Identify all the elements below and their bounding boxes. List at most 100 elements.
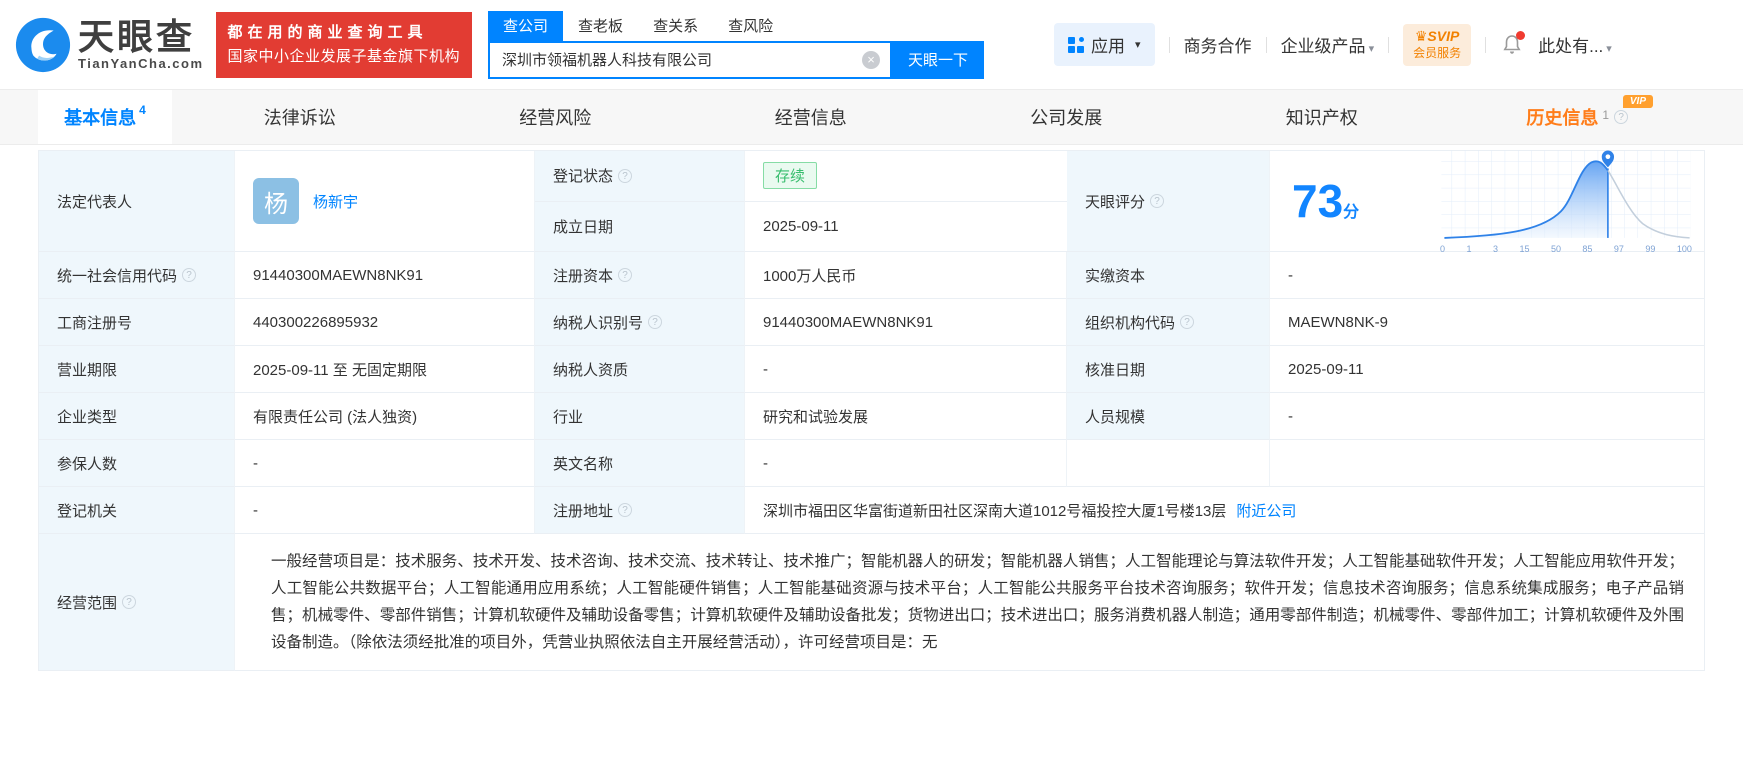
svip-member-button[interactable]: ♛SVIP 会员服务 (1403, 23, 1472, 66)
chevron-down-icon: ▾ (1368, 43, 1375, 55)
business-term-value: 2025-09-11 至 无固定期限 (235, 346, 535, 393)
avatar[interactable]: 杨 (253, 178, 299, 224)
taxpayer-id-label: 纳税人识别号 ? (535, 299, 745, 346)
help-icon[interactable]: ? (1614, 110, 1629, 124)
user-menu-label: 此处有... (1538, 37, 1604, 56)
search-button[interactable]: 天眼一下 (892, 40, 985, 79)
value-text: 1000万人民币 (763, 267, 857, 285)
label-text: 工商注册号 (57, 314, 133, 332)
legal-rep-link[interactable]: 杨新宇 (313, 191, 358, 212)
paid-capital-label: 实缴资本 (1067, 252, 1270, 299)
status-badge: 存续 (763, 162, 818, 190)
help-icon[interactable]: ? (1150, 194, 1165, 208)
divider (1485, 36, 1487, 53)
legal-rep-value: 杨 杨新宇 (235, 151, 535, 252)
business-reg-number-label: 工商注册号 (39, 299, 235, 346)
tab-operating-risk[interactable]: 经营风险 (428, 90, 684, 144)
apps-label: 应用 (1091, 37, 1126, 56)
registered-address-label: 注册地址 ? (535, 487, 745, 534)
tab-operating-info[interactable]: 经营信息 (683, 90, 939, 144)
tab-basic-info-count: 4 (139, 103, 146, 117)
search-input[interactable] (490, 51, 863, 68)
tab-label: 公司发展 (1030, 108, 1103, 128)
business-reg-number-value: 440300226895932 (235, 299, 535, 346)
tab-label: 经营风险 (519, 108, 592, 128)
help-icon[interactable]: ? (618, 503, 633, 517)
value-text: MAEWN8NK-9 (1288, 313, 1389, 331)
tianyancha-logo[interactable]: 天眼查 TianYanCha.com (14, 16, 204, 74)
nav-enterprise-products[interactable]: 企业级产品 ▾ (1281, 32, 1375, 57)
business-term-label: 营业期限 (39, 346, 235, 393)
establish-date-value: 2025-09-11 (745, 201, 1067, 252)
staff-size-label: 人员规模 (1067, 393, 1270, 440)
table-row: 法定代表人 杨 杨新宇 登记状态 ? 存续 成立日期 2025-09-11 天眼… (39, 148, 1704, 254)
tab-history-info[interactable]: VIP 历史信息 1 ? (1450, 90, 1706, 144)
registered-address-value: 深圳市福田区华富街道新田社区深南大道1012号福投控大厦1号楼13层 附近公司 (745, 487, 1704, 534)
establish-date-label: 成立日期 (535, 201, 745, 252)
promo-line1: 都在用的商业查询工具 (227, 23, 428, 41)
label-text: 参保人数 (57, 455, 118, 473)
tab-basic-info-label: 基本信息 (64, 108, 137, 128)
user-menu[interactable]: 此处有... ▾ (1538, 32, 1612, 57)
business-scope-value: 一般经营项目是：技术服务、技术开发、技术咨询、技术交流、技术转让、技术推广；智能… (235, 534, 1704, 671)
search-tab-company[interactable]: 查公司 (488, 10, 564, 41)
clear-search-icon[interactable]: × (862, 50, 881, 69)
taxpayer-qualification-label: 纳税人资质 (535, 346, 745, 393)
apps-menu[interactable]: 应用 ▾ (1054, 23, 1155, 66)
value-text: 有限责任公司 (法人独资) (253, 408, 418, 426)
approval-date-value: 2025-09-11 (1270, 346, 1704, 393)
label-text: 营业期限 (57, 361, 118, 379)
company-type-label: 企业类型 (39, 393, 235, 440)
nav-business-cooperation[interactable]: 商务合作 (1184, 32, 1252, 57)
chevron-down-icon: ▾ (1606, 43, 1612, 55)
help-icon[interactable]: ? (618, 268, 633, 282)
tab-intellectual-property[interactable]: 知识产权 (1194, 90, 1450, 144)
promo-line2: 国家中小企业发展子基金旗下机构 (227, 47, 461, 65)
tab-label: 法律诉讼 (263, 108, 336, 128)
label-text: 天眼评分 (1085, 193, 1146, 211)
score-unit: 分 (1343, 204, 1360, 221)
value-text: 2025-09-11 (763, 217, 839, 235)
search-tab-risk[interactable]: 查风险 (713, 11, 788, 41)
search-tab-boss[interactable]: 查老板 (563, 11, 638, 41)
credit-code-value: 91440300MAEWN8NK91 (235, 252, 535, 299)
divider (1265, 36, 1267, 53)
help-icon[interactable]: ? (1180, 315, 1195, 329)
tab-history-count: 1 (1602, 108, 1610, 122)
tab-company-development[interactable]: 公司发展 (939, 90, 1195, 144)
value-text: 91440300MAEWN8NK91 (763, 313, 934, 331)
help-icon[interactable]: ? (122, 595, 137, 609)
help-icon[interactable]: ? (182, 268, 197, 282)
value-text: - (253, 454, 258, 472)
credit-code-label: 统一社会信用代码 ? (39, 252, 235, 299)
org-code-value: MAEWN8NK-9 (1270, 299, 1704, 346)
tab-legal-proceedings[interactable]: 法律诉讼 (172, 90, 428, 144)
label-text: 统一社会信用代码 (57, 267, 178, 285)
org-code-label: 组织机构代码 ? (1067, 299, 1270, 346)
industry-label: 行业 (535, 393, 745, 440)
address-text: 深圳市福田区华富街道新田社区深南大道1012号福投控大厦1号楼13层 (763, 502, 1227, 520)
table-row: 工商注册号 440300226895932 纳税人识别号 ? 91440300M… (39, 299, 1704, 346)
table-row: 营业期限 2025-09-11 至 无固定期限 纳税人资质 - 核准日期 202… (39, 346, 1704, 393)
promo-banner: 都在用的商业查询工具 国家中小企业发展子基金旗下机构 (215, 11, 473, 78)
business-scope-label: 经营范围 ? (39, 534, 235, 671)
help-icon[interactable]: ? (648, 315, 663, 329)
registration-authority-value: - (235, 487, 535, 534)
tab-basic-info[interactable]: 基本信息 4 (38, 90, 172, 144)
score-number: 73分 (1292, 178, 1359, 224)
status-date-stack: 登记状态 ? 存续 成立日期 2025-09-11 (535, 151, 1067, 252)
brand-name: 天眼查 (78, 16, 196, 57)
value-text: 91440300MAEWN8NK91 (253, 266, 424, 284)
notifications-button[interactable] (1500, 30, 1526, 57)
empty-cell (1067, 440, 1270, 487)
help-icon[interactable]: ? (618, 168, 633, 183)
apps-grid-icon (1068, 36, 1085, 53)
search-tab-relation[interactable]: 查关系 (638, 11, 713, 41)
label-text: 组织机构代码 (1085, 314, 1176, 332)
value-text: 2025-09-11 至 无固定期限 (253, 361, 427, 379)
score-num: 73 (1292, 175, 1344, 227)
score-distribution-chart: 0 1 3 15 50 85 97 99 100 (1438, 148, 1694, 254)
nearby-companies-link[interactable]: 附近公司 (1236, 500, 1296, 521)
crown-icon: ♛ (1414, 27, 1428, 44)
table-row: 统一社会信用代码 ? 91440300MAEWN8NK91 注册资本 ? 100… (39, 252, 1704, 299)
